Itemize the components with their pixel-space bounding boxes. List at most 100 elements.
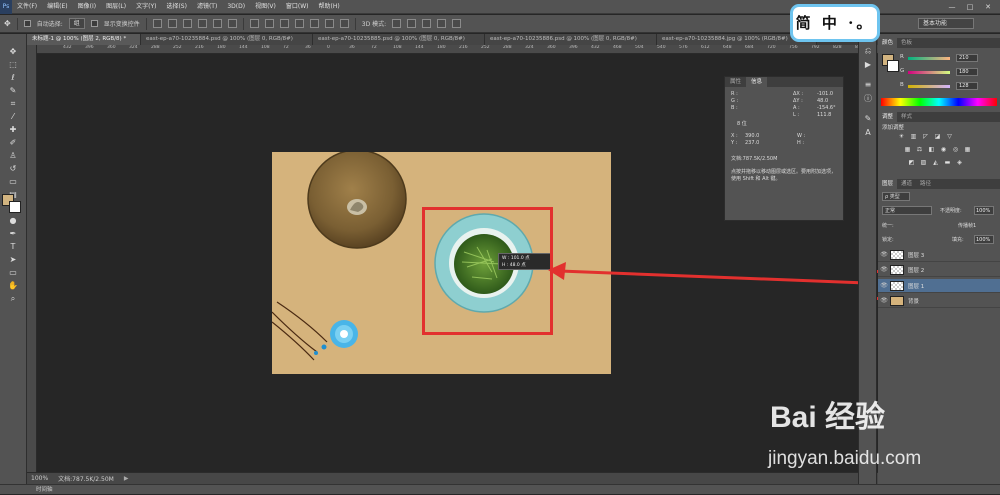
levels-adjust-icon[interactable]: ▥ xyxy=(910,133,917,140)
auto-select-checkbox[interactable] xyxy=(23,20,31,27)
exposure-adjust-icon[interactable]: ◪ xyxy=(934,133,941,140)
distribute-right-icon[interactable] xyxy=(324,19,334,28)
align-left-icon[interactable] xyxy=(197,19,207,28)
hue-saturation-adjust-icon[interactable]: ▦ xyxy=(904,146,911,153)
color-spectrum-bar[interactable] xyxy=(881,98,997,106)
layer-row[interactable]: 👁 图层 3 xyxy=(878,248,1000,262)
dodge-tool-icon[interactable]: ● xyxy=(6,215,20,226)
type-tool-icon[interactable]: T xyxy=(6,241,20,252)
blend-mode-dropdown[interactable]: 正常 xyxy=(882,206,932,215)
menu-layer[interactable]: 图层(L) xyxy=(101,0,131,14)
clone-stamp-tool-icon[interactable]: ♙ xyxy=(6,150,20,161)
tab-east-ep-a70-10235885-psd[interactable]: east-ep-a70-10235885.psd @ 100% (图层 0, R… xyxy=(313,34,485,45)
3d-slide-icon[interactable] xyxy=(437,19,447,28)
color-background-swatch[interactable] xyxy=(887,60,899,72)
channel-mixer-adjust-icon[interactable]: ◎ xyxy=(952,146,959,153)
layer-kind-filter[interactable]: ρ 类型 xyxy=(882,192,910,201)
lasso-tool-icon[interactable]: ℓ xyxy=(6,72,20,83)
tab-properties[interactable]: 属性 xyxy=(725,77,746,87)
tab-layers[interactable]: 图层 xyxy=(878,179,898,189)
curves-adjust-icon[interactable]: ◸ xyxy=(922,133,929,140)
invert-adjust-icon[interactable]: ◩ xyxy=(908,159,915,166)
color-balance-adjust-icon[interactable]: ⚖ xyxy=(916,146,923,153)
shape-tool-icon[interactable]: ▭ xyxy=(6,267,20,278)
pen-tool-icon[interactable]: ✒ xyxy=(6,228,20,239)
eraser-tool-icon[interactable]: ▭ xyxy=(6,176,20,187)
tab-channels[interactable]: 通道 xyxy=(897,179,916,189)
auto-align-icon[interactable] xyxy=(339,19,349,28)
gradient-map-adjust-icon[interactable]: ▬ xyxy=(944,159,951,166)
tab-untitled-1[interactable]: 未标题-1 @ 100% (图层 2, RGB/8) * xyxy=(27,34,141,45)
zoom-tool-icon[interactable]: ⌕ xyxy=(6,293,20,304)
crop-tool-icon[interactable]: ⌗ xyxy=(6,98,20,109)
timeline-bar[interactable]: 时间轴 xyxy=(0,484,1000,494)
fill-input[interactable]: 100% xyxy=(974,235,994,244)
visibility-eye-icon[interactable]: 👁 xyxy=(878,251,890,258)
blue-slider[interactable] xyxy=(908,85,950,88)
align-right-icon[interactable] xyxy=(227,19,237,28)
menu-window[interactable]: 窗口(W) xyxy=(281,0,314,14)
3d-rotate-icon[interactable] xyxy=(392,19,402,28)
workspace-dropdown[interactable]: 基本功能 xyxy=(918,18,974,29)
tab-color[interactable]: 颜色 xyxy=(878,38,898,48)
distribute-middle-icon[interactable] xyxy=(264,19,274,28)
color-lookup-adjust-icon[interactable]: ▦ xyxy=(964,146,971,153)
menu-file[interactable]: 文件(F) xyxy=(12,0,42,14)
history-panel-icon[interactable]: ⎌ xyxy=(863,46,873,56)
green-value-input[interactable]: 180 xyxy=(956,68,978,76)
align-center-icon[interactable] xyxy=(212,19,222,28)
close-button[interactable]: ✕ xyxy=(980,0,996,14)
eyedropper-tool-icon[interactable]: ⁄ xyxy=(6,111,20,122)
tab-adjustments[interactable]: 调整 xyxy=(878,112,898,122)
layer-row-selected[interactable]: 👁 图层 1 xyxy=(878,279,1000,293)
maximize-button[interactable]: □ xyxy=(962,0,978,14)
visibility-eye-icon[interactable]: 👁 xyxy=(878,297,890,304)
menu-type[interactable]: 文字(Y) xyxy=(131,0,161,14)
opacity-input[interactable]: 100% xyxy=(974,206,994,215)
vibrance-adjust-icon[interactable]: ▽ xyxy=(946,133,953,140)
status-arrow-icon[interactable]: ▶ xyxy=(124,475,129,482)
move-tool-icon[interactable]: ✥ xyxy=(6,46,20,57)
menu-edit[interactable]: 编辑(E) xyxy=(42,0,72,14)
posterize-adjust-icon[interactable]: ▨ xyxy=(920,159,927,166)
selective-color-adjust-icon[interactable]: ◈ xyxy=(956,159,963,166)
distribute-left-icon[interactable] xyxy=(294,19,304,28)
hand-tool-icon[interactable]: ✋ xyxy=(6,280,20,291)
minimize-button[interactable]: — xyxy=(944,0,960,14)
align-middle-icon[interactable] xyxy=(167,19,177,28)
move-tool-icon[interactable]: ✥ xyxy=(4,19,11,28)
green-slider[interactable] xyxy=(908,71,950,74)
menu-3d[interactable]: 3D(D) xyxy=(222,0,250,14)
menu-image[interactable]: 图像(I) xyxy=(73,0,101,14)
brush-panel-icon[interactable]: ✎ xyxy=(863,114,873,124)
menu-filter[interactable]: 滤镜(T) xyxy=(192,0,222,14)
threshold-adjust-icon[interactable]: ◭ xyxy=(932,159,939,166)
brightness-adjust-icon[interactable]: ☀ xyxy=(898,133,905,140)
tab-swatches[interactable]: 色板 xyxy=(897,38,916,48)
menu-select[interactable]: 选择(S) xyxy=(161,0,192,14)
auto-select-dropdown[interactable]: 组 xyxy=(68,18,85,29)
healing-brush-tool-icon[interactable]: ✚ xyxy=(6,124,20,135)
align-bottom-icon[interactable] xyxy=(182,19,192,28)
align-top-icon[interactable] xyxy=(152,19,162,28)
show-transform-checkbox[interactable] xyxy=(90,20,98,27)
marquee-tool-icon[interactable]: ⬚ xyxy=(6,59,20,70)
background-color-swatch[interactable] xyxy=(9,201,21,213)
menu-view[interactable]: 视图(V) xyxy=(250,0,281,14)
properties-panel-icon[interactable]: ≡ xyxy=(863,80,873,90)
3d-scale-icon[interactable] xyxy=(452,19,462,28)
menu-help[interactable]: 帮助(H) xyxy=(314,0,345,14)
brush-tool-icon[interactable]: ✐ xyxy=(6,137,20,148)
blue-value-input[interactable]: 128 xyxy=(956,82,978,90)
layer-row[interactable]: 👁 背景 xyxy=(878,294,1000,308)
quick-select-tool-icon[interactable]: ✎ xyxy=(6,85,20,96)
tab-east-ep-a70-10235886-psd[interactable]: east-ep-a70-10235886.psd @ 100% (图层 0, R… xyxy=(485,34,657,45)
history-brush-tool-icon[interactable]: ↺ xyxy=(6,163,20,174)
red-value-input[interactable]: 210 xyxy=(956,54,978,62)
character-panel-icon[interactable]: A xyxy=(863,128,873,138)
tab-info[interactable]: 信息 xyxy=(746,77,768,87)
tab-east-ep-a70-10235884-psd[interactable]: east-ep-a70-10235884.psd @ 100% (图层 0, R… xyxy=(141,34,313,45)
visibility-eye-icon[interactable]: 👁 xyxy=(878,282,890,289)
distribute-center-icon[interactable] xyxy=(309,19,319,28)
tab-paths[interactable]: 路径 xyxy=(916,179,935,189)
